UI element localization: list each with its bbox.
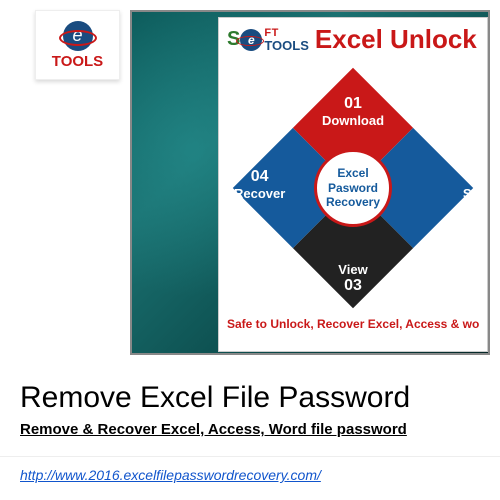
title-section: Remove Excel File Password Remove & Reco…: [0, 365, 500, 442]
footer-url-section: http://www.2016.excelfilepasswordrecover…: [0, 456, 500, 495]
label-right: 02 Sca: [463, 168, 486, 201]
background-card: S e FT TOOLS Excel Unlock Excel: [130, 10, 490, 355]
tagline: Safe to Unlock, Recover Excel, Access & …: [227, 317, 479, 331]
company-logo: e TOOLS: [35, 10, 120, 80]
website-link[interactable]: http://www.2016.excelfilepasswordrecover…: [20, 467, 321, 483]
banner-area: e TOOLS S e FT TOOLS Excel Unlock: [0, 0, 500, 365]
process-diagram: Excel Pasword Recovery 01 Download 02 Sc…: [228, 63, 478, 313]
label-top: 01 Download: [228, 95, 478, 128]
diagram-center: Excel Pasword Recovery: [314, 149, 392, 227]
label-bottom: View 03: [228, 262, 478, 295]
logo-e-icon: e: [63, 21, 93, 51]
logo-tools-text: TOOLS: [52, 53, 103, 70]
page-title: Remove Excel File Password: [20, 381, 480, 415]
label-left: 04 Recover: [234, 168, 285, 201]
product-panel: S e FT TOOLS Excel Unlock Excel: [218, 17, 488, 352]
page-subtitle: Remove & Recover Excel, Access, Word fil…: [20, 421, 480, 438]
soft-tools-logo: S e FT TOOLS: [227, 28, 309, 52]
product-title: Excel Unlock: [315, 24, 477, 55]
